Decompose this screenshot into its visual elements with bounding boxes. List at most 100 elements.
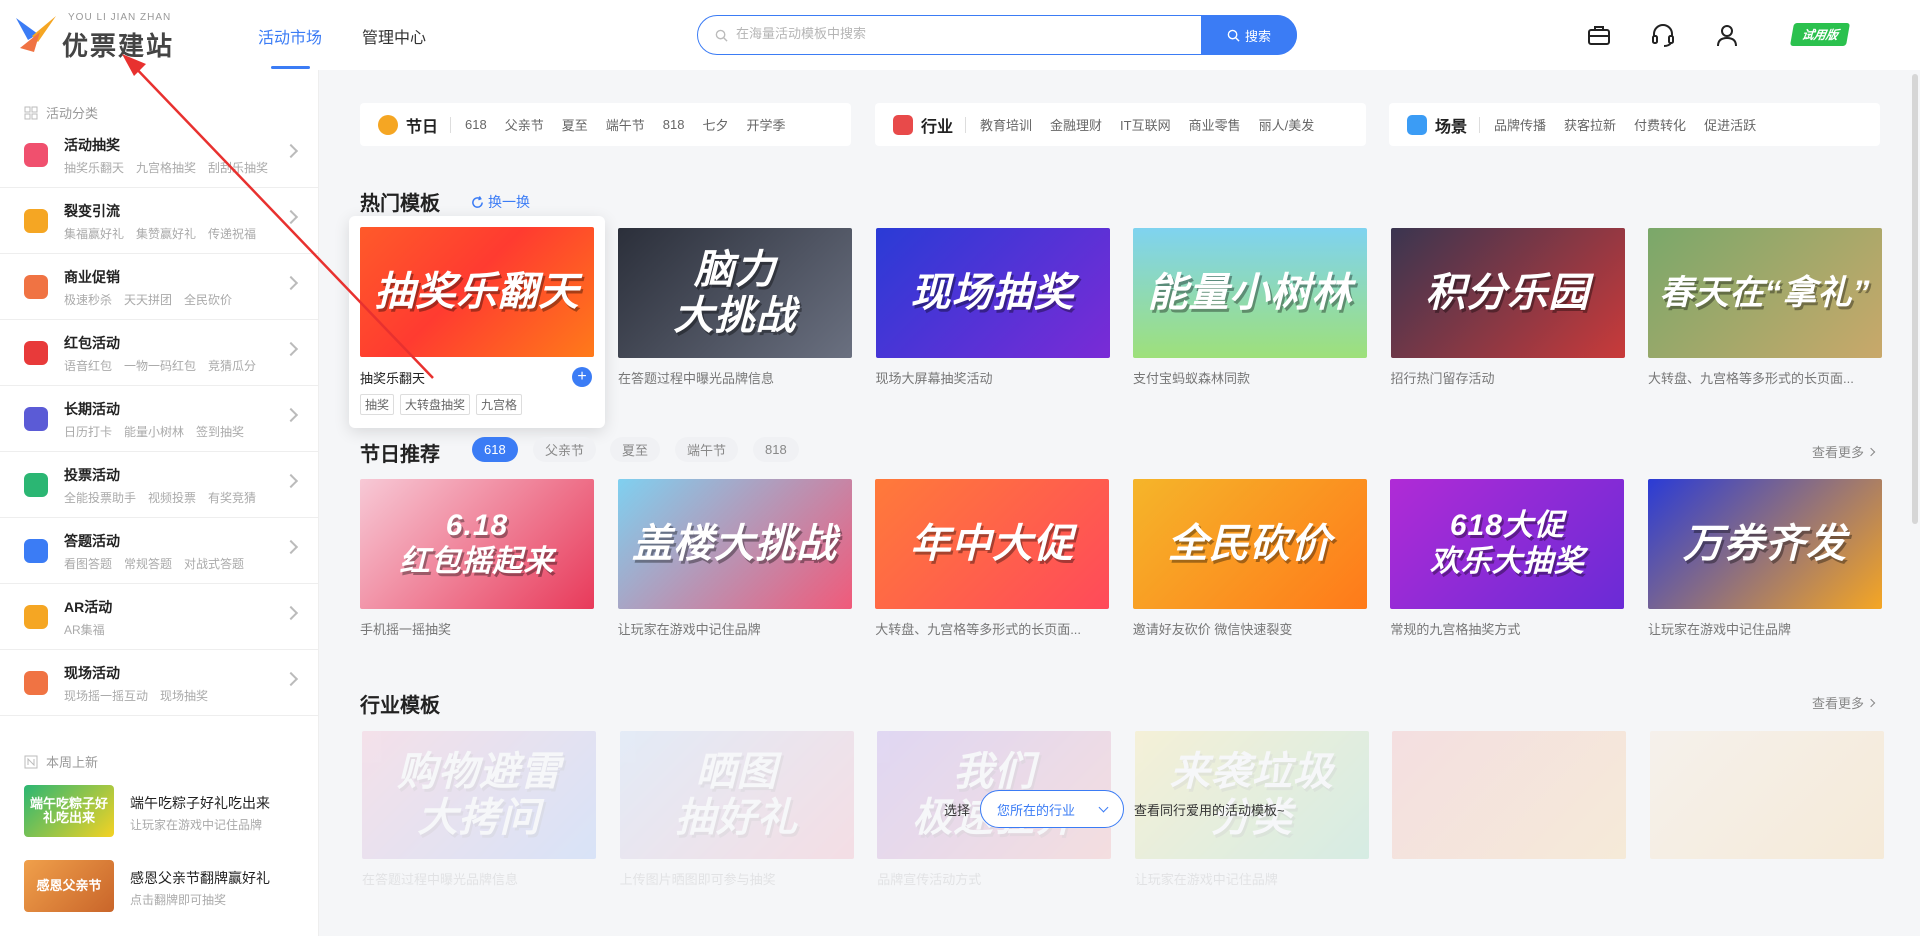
category-subitem[interactable]: 传递祝福 — [208, 227, 256, 241]
category-subitem[interactable]: 签到抽奖 — [196, 425, 244, 439]
category-subitem[interactable]: 刮刮乐抽奖 — [208, 161, 268, 175]
add-template-button[interactable]: + — [572, 367, 592, 387]
search-input[interactable] — [736, 26, 1156, 41]
festival-pill[interactable]: 618 — [472, 437, 518, 462]
template-card[interactable]: 春天在“拿礼” 大转盘、九宫格等多形式的长页面... — [1648, 228, 1882, 387]
template-tag[interactable]: 抽奖 — [360, 394, 395, 415]
logo[interactable]: YOU LI JIAN ZHAN 优票建站 — [14, 12, 184, 61]
festival-pill[interactable]: 端午节 — [675, 437, 739, 462]
new-item[interactable]: 感恩父亲节 感恩父亲节翻牌赢好礼 点击翻牌即可抽奖 — [24, 860, 314, 914]
category-subitems: AR集福 — [64, 621, 269, 638]
template-card[interactable]: 积分乐园 招行热门留存活动 — [1390, 228, 1625, 387]
filter-tag[interactable]: 夏至 — [562, 115, 588, 134]
category-subitem[interactable]: 集赞赢好礼 — [136, 227, 196, 241]
category-subitem[interactable]: 日历打卡 — [64, 425, 112, 439]
category-subitem[interactable]: 全能投票助手 — [64, 491, 136, 505]
refresh-button[interactable]: 换一换 — [471, 192, 530, 212]
sidebar-category[interactable]: 活动抽奖 抽奖乐翻天 九宫格抽奖 刮刮乐抽奖 — [0, 122, 319, 188]
category-subitem[interactable]: 全民砍价 — [184, 293, 232, 307]
sidebar-category[interactable]: 现场活动 现场摇一摇互动 现场抽奖 — [0, 650, 319, 716]
sidebar-category[interactable]: 投票活动 全能投票助手 视频投票 有奖竞猜 — [0, 452, 319, 518]
category-subitem[interactable]: 语音红包 — [64, 359, 112, 373]
category-title: 商业促销 — [64, 269, 120, 285]
category-subitem[interactable]: 抽奖乐翻天 — [64, 161, 124, 175]
user-icon[interactable] — [1714, 22, 1740, 48]
category-subitem[interactable]: 天天拼团 — [124, 293, 172, 307]
template-card[interactable]: 现场抽奖 现场大屏幕抽奖活动 — [875, 228, 1110, 387]
category-subitem[interactable]: 有奖竞猜 — [208, 491, 256, 505]
filter-tag[interactable]: 丽人/美发 — [1259, 115, 1315, 134]
sidebar-category[interactable]: 商业促销极速秒杀 天天拼团 全民砍价 — [0, 254, 319, 320]
category-subitem[interactable]: AR集福 — [64, 623, 105, 637]
filter-tag[interactable]: 商业零售 — [1189, 115, 1241, 134]
new-icon — [24, 755, 38, 768]
template-card[interactable]: 年中大促 大转盘、九宫格等多形式的长页面... — [875, 479, 1110, 638]
template-description: 支付宝蚂蚁森林同款 — [1133, 371, 1251, 386]
festival-pill[interactable]: 夏至 — [610, 437, 661, 462]
search-button[interactable]: 搜索 — [1201, 15, 1297, 55]
industry-dropdown[interactable]: 您所在的行业 — [980, 790, 1125, 828]
filter-tag[interactable]: 付费转化 — [1634, 115, 1686, 134]
sidebar-category[interactable]: 答题活动 看图答题 常规答题 对战式答题 — [0, 518, 319, 584]
category-subitem[interactable]: 一物一码红包 — [124, 359, 196, 373]
template-card[interactable]: 全民砍价 邀请好友砍价 微信快速裂变 — [1132, 479, 1367, 638]
filter-tag[interactable]: 父亲节 — [505, 115, 544, 134]
hovered-template-card[interactable]: 抽奖乐翻天 抽奖乐翻天 + 抽奖 大转盘抽奖 九宫格 — [349, 216, 605, 428]
more-label: 查看更多 — [1812, 696, 1865, 711]
sidebar-category[interactable]: 红包活动 语音红包 一物一码红包 竞猜瓜分 — [0, 320, 319, 386]
festival-pill[interactable]: 父亲节 — [533, 437, 597, 462]
template-thumbnail: 现场抽奖 — [875, 228, 1110, 358]
filter-tag[interactable]: 七夕 — [702, 115, 728, 134]
category-subitem[interactable]: 现场摇一摇互动 — [64, 689, 148, 703]
tab-activity-market[interactable]: 活动市场 — [258, 24, 322, 48]
scrollbar-thumb[interactable] — [1912, 74, 1918, 524]
category-subitem[interactable]: 常规答题 — [124, 557, 172, 571]
sidebar-category[interactable]: 长期活动 日历打卡 能量小树林 签到抽奖 — [0, 386, 319, 452]
industry-more-link[interactable]: 查看更多 — [1812, 693, 1876, 712]
template-card[interactable]: 618大促 欢乐大抽奖 常规的九宫格抽奖方式 — [1390, 479, 1625, 638]
filter-tag[interactable]: 端午节 — [606, 115, 645, 134]
search-bar: 搜索 — [697, 15, 1297, 55]
category-subitem[interactable]: 看图答题 — [64, 557, 112, 571]
search-button-label: 搜索 — [1244, 28, 1271, 44]
template-tag[interactable]: 大转盘抽奖 — [400, 394, 471, 415]
tab-management-center[interactable]: 管理中心 — [362, 24, 426, 48]
festival-more-link[interactable]: 查看更多 — [1812, 442, 1876, 461]
sidebar-category[interactable]: 裂变引流 集福赢好礼 集赞赢好礼 传递祝福 — [0, 188, 319, 254]
sidebar-category[interactable]: AR活动 AR集福 — [0, 584, 319, 650]
template-card[interactable]: 盖楼大挑战 让玩家在游戏中记住品牌 — [617, 479, 852, 638]
filter-tag[interactable]: 开学季 — [746, 115, 785, 134]
category-subitem[interactable]: 极速秒杀 — [64, 293, 112, 307]
festival-pill[interactable]: 818 — [753, 437, 799, 462]
headset-icon[interactable] — [1650, 22, 1676, 48]
industry-template-card[interactable]: 购物避雷 大拷问 在答题过程中曝光品牌信息 — [362, 731, 596, 888]
filter-tag[interactable]: IT互联网 — [1120, 115, 1171, 134]
template-card[interactable]: 能量小树林 支付宝蚂蚁森林同款 — [1133, 228, 1367, 387]
filter-tag[interactable]: 818 — [663, 117, 685, 132]
category-subitem[interactable]: 集福赢好礼 — [64, 227, 124, 241]
template-tag[interactable]: 九宫格 — [476, 394, 523, 415]
filter-tag[interactable]: 品牌传播 — [1494, 115, 1546, 134]
industry-template-card[interactable] — [1650, 731, 1884, 869]
category-subitem[interactable]: 九宫格抽奖 — [136, 161, 196, 175]
refresh-label: 换一换 — [488, 194, 530, 210]
new-item[interactable]: 端午吃粽子好礼吃出来 端午吃粽子好礼吃出来 让玩家在游戏中记住品牌 — [24, 785, 314, 839]
filter-tag[interactable]: 618 — [465, 117, 487, 132]
filter-tag[interactable]: 促进活跃 — [1704, 115, 1756, 134]
category-subitem[interactable]: 对战式答题 — [184, 557, 244, 571]
filter-tag[interactable]: 教育培训 — [980, 115, 1032, 134]
users-icon — [24, 209, 48, 233]
category-subitem[interactable]: 能量小树林 — [124, 425, 184, 439]
template-card[interactable]: 脑力 大挑战 在答题过程中曝光品牌信息 — [618, 228, 852, 387]
briefcase-icon[interactable] — [1586, 22, 1612, 48]
template-card[interactable]: 万券齐发 让玩家在游戏中记住品牌 — [1648, 479, 1882, 638]
category-subitem[interactable]: 竞猜瓜分 — [208, 359, 256, 373]
trial-badge[interactable]: 试用版 — [1789, 23, 1851, 46]
industry-template-card[interactable]: 晒图 抽好礼 上传图片晒图即可参与抽奖 — [619, 731, 854, 888]
template-card[interactable]: 6.18 红包摇起来 手机摇一摇抽奖 — [360, 479, 594, 638]
category-subitem[interactable]: 现场抽奖 — [160, 689, 208, 703]
industry-template-card[interactable] — [1392, 731, 1627, 869]
category-subitem[interactable]: 视频投票 — [148, 491, 196, 505]
filter-tag[interactable]: 获客拉新 — [1564, 115, 1616, 134]
filter-tag[interactable]: 金融理财 — [1050, 115, 1102, 134]
